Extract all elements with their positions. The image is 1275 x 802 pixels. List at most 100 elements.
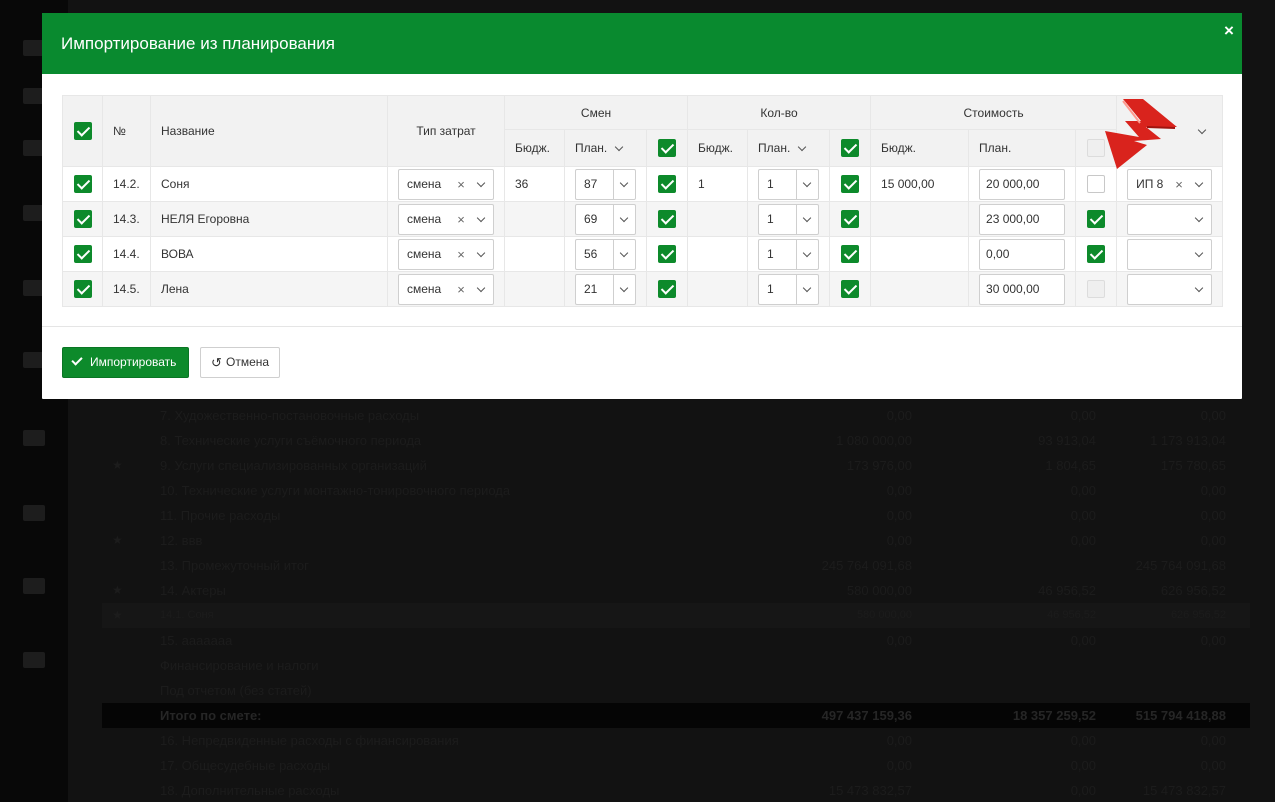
chevron-down-icon[interactable] <box>1189 275 1211 304</box>
vendor-select[interactable]: ИП 8 × <box>1127 168 1213 200</box>
chevron-down-icon[interactable] <box>796 169 818 199</box>
cost-checkbox[interactable] <box>1087 245 1106 263</box>
cost-checkbox[interactable] <box>1087 210 1106 228</box>
header-shifts-plan[interactable]: План. <box>564 129 647 167</box>
background-row-name: 17. Общесудебные расходы <box>160 758 331 773</box>
chevron-down-icon[interactable] <box>471 205 493 234</box>
close-icon[interactable]: × <box>1222 22 1236 39</box>
bg-nav-item <box>0 652 68 672</box>
qty-checkbox[interactable] <box>841 210 860 228</box>
background-row: 13. Промежуточный итог 245 764 091,68 245 … <box>102 553 1250 578</box>
background-row-value: 0,00 <box>1200 533 1226 548</box>
import-button[interactable]: Импортировать <box>62 347 189 378</box>
shifts-plan-select[interactable]: 69 <box>575 203 636 235</box>
row-select-checkbox[interactable] <box>73 245 92 263</box>
chevron-down-icon[interactable] <box>796 274 818 304</box>
clear-icon[interactable]: × <box>1173 170 1185 199</box>
shifts-plan-select[interactable]: 56 <box>575 238 636 270</box>
import-grid: № Название Тип затрат Смен Кол-во Стоимо… <box>62 95 1224 307</box>
cost-check-cell <box>1075 201 1118 237</box>
chevron-down-icon[interactable] <box>1189 205 1211 234</box>
cost-type-select[interactable]: смена × <box>398 238 494 270</box>
modal-divider <box>42 326 1242 327</box>
qty-checkbox[interactable] <box>841 175 860 193</box>
chevron-down-icon[interactable] <box>613 169 635 199</box>
background-row-name: 15. ааааааа <box>160 633 233 648</box>
chevron-down-icon[interactable] <box>1197 125 1208 137</box>
cost-type-select[interactable]: смена × <box>398 168 494 200</box>
vendor-select[interactable] <box>1127 238 1213 270</box>
qty-plan-select[interactable]: 1 <box>758 203 820 235</box>
qty-plan-value: 1 <box>767 281 774 296</box>
qty-checkbox[interactable] <box>841 245 860 263</box>
cost-type-select[interactable]: смена × <box>398 203 494 235</box>
star-icon: ★ <box>112 608 123 622</box>
chevron-down-icon[interactable] <box>1189 170 1211 199</box>
table-row: 14.2. Соня смена × 36 87 1 1 15 000,00 20 000,00 И… <box>62 166 1224 202</box>
chevron-down-icon[interactable] <box>613 239 635 269</box>
chevron-down-icon[interactable] <box>796 204 818 234</box>
background-row-value: 0,00 <box>886 733 912 748</box>
vendor-select[interactable] <box>1127 273 1213 305</box>
chevron-down-icon[interactable] <box>471 170 493 199</box>
cost-checkbox[interactable] <box>1087 280 1106 298</box>
shifts-checkbox[interactable] <box>658 175 677 193</box>
cost-checkbox[interactable] <box>1087 175 1106 193</box>
chevron-down-icon[interactable] <box>471 240 493 269</box>
clear-icon[interactable]: × <box>455 205 467 234</box>
background-row-value: 0,00 <box>1070 508 1096 523</box>
shifts-checkbox[interactable] <box>658 245 677 263</box>
background-row: Итого по смете: 497 437 159,36 18 357 259,… <box>102 703 1250 728</box>
qty-plan-select[interactable]: 1 <box>758 273 820 305</box>
qty-plan-select[interactable]: 1 <box>758 238 820 270</box>
qty-checkbox[interactable] <box>841 280 860 298</box>
background-row-value: 0,00 <box>1070 633 1096 648</box>
clear-icon[interactable]: × <box>455 275 467 304</box>
background-row: ★ 9. Услуги специализированных организаци… <box>102 453 1250 478</box>
chevron-down-icon[interactable] <box>613 204 635 234</box>
shifts-plan-select[interactable]: 21 <box>575 273 636 305</box>
cost-plan-input[interactable]: 23 000,00 <box>979 203 1066 235</box>
clear-icon[interactable]: × <box>455 170 467 199</box>
chevron-down-icon[interactable] <box>798 142 808 154</box>
shifts-plan-select[interactable]: 87 <box>575 168 636 200</box>
chevron-down-icon[interactable] <box>796 239 818 269</box>
qty-budget <box>687 236 749 272</box>
chevron-down-icon[interactable] <box>615 142 625 154</box>
shifts-plan-value: 21 <box>584 281 598 296</box>
qty-plan-cell: 1 <box>747 271 831 307</box>
vendor-select[interactable] <box>1127 203 1213 235</box>
select-all-checkbox[interactable] <box>73 122 92 140</box>
shifts-all-checkbox[interactable] <box>658 139 677 157</box>
qty-plan-select[interactable]: 1 <box>758 168 820 200</box>
row-name: ВОВА <box>150 236 388 272</box>
header-qty-plan[interactable]: План. <box>747 129 831 167</box>
background-row-value: 0,00 <box>886 758 912 773</box>
vendor-cell <box>1116 271 1224 307</box>
cost-type-cell: смена × <box>387 236 505 272</box>
vendor-value: ИП 8 <box>1136 176 1164 191</box>
row-select-checkbox[interactable] <box>73 280 92 298</box>
qty-check-cell <box>829 236 872 272</box>
row-select-checkbox[interactable] <box>73 175 92 193</box>
background-row: 10. Технические услуги монтажно-тонирово… <box>102 478 1250 503</box>
cost-plan-input[interactable]: 30 000,00 <box>979 273 1066 305</box>
cost-plan-input[interactable]: 0,00 <box>979 238 1066 270</box>
clear-icon[interactable]: × <box>455 240 467 269</box>
header-cost-plan: План. <box>968 129 1077 167</box>
row-select-checkbox[interactable] <box>73 210 92 228</box>
row-name: Лена <box>150 271 388 307</box>
chevron-down-icon[interactable] <box>471 275 493 304</box>
cost-plan-input[interactable]: 20 000,00 <box>979 168 1066 200</box>
shifts-checkbox[interactable] <box>658 280 677 298</box>
cancel-button[interactable]: ↺ Отмена <box>200 347 280 378</box>
cost-type-select[interactable]: смена × <box>398 273 494 305</box>
chevron-down-icon[interactable] <box>613 274 635 304</box>
shifts-checkbox[interactable] <box>658 210 677 228</box>
qty-all-checkbox[interactable] <box>841 139 860 157</box>
background-row-value: 580 000,00 <box>856 609 912 621</box>
background-row-name: 18. Дополнительные расходы <box>160 783 340 798</box>
chevron-down-icon[interactable] <box>1189 240 1211 269</box>
cost-check-cell <box>1075 271 1118 307</box>
cost-type-value: смена <box>407 211 442 226</box>
